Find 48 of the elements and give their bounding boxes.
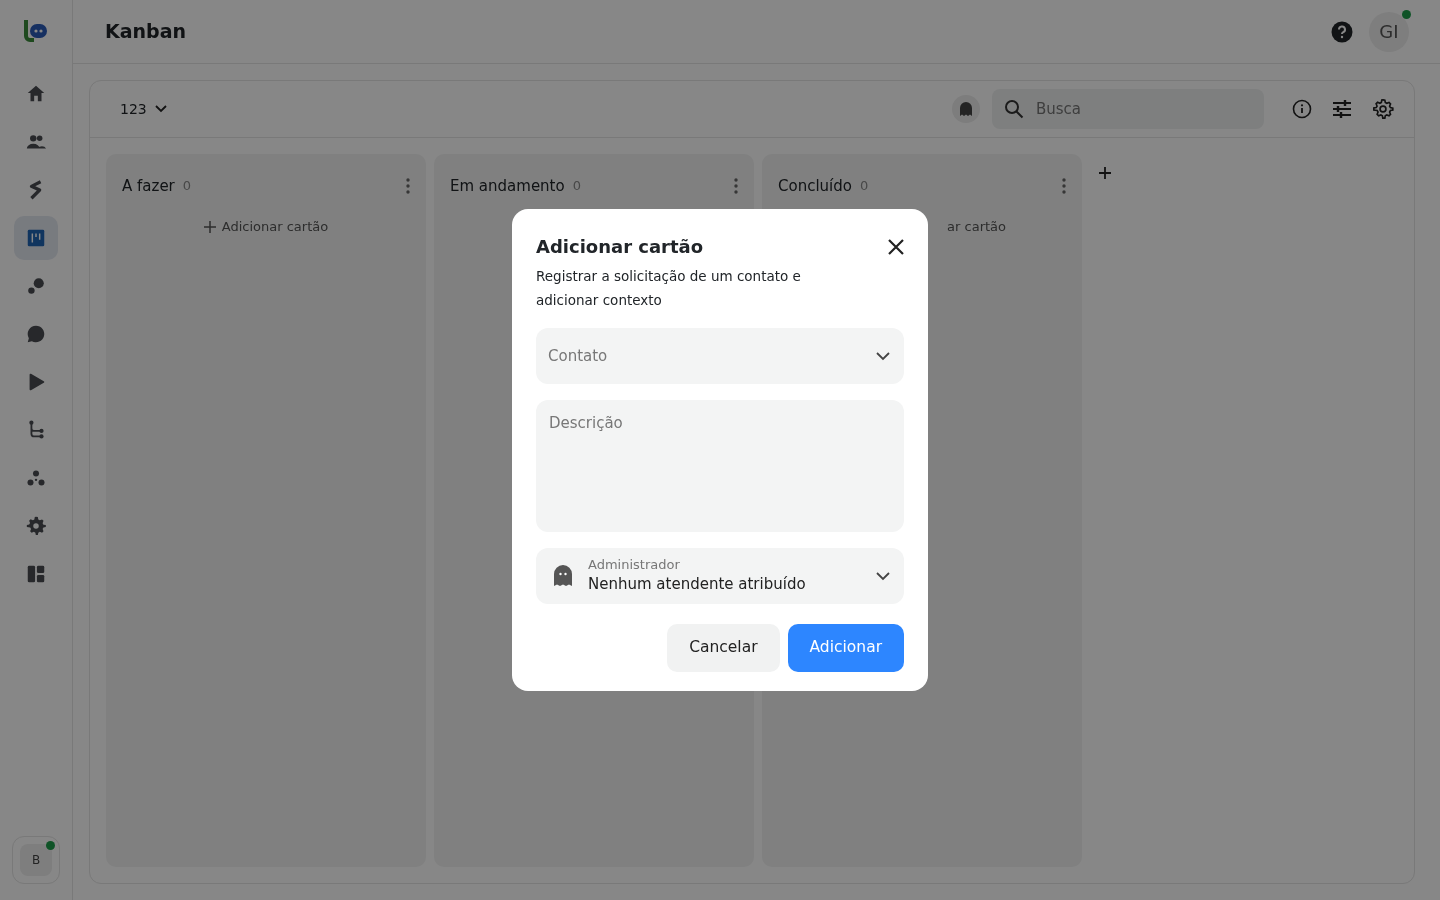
online-status-dot: [46, 841, 55, 850]
contact-select[interactable]: Contato: [536, 328, 904, 384]
dialog-subtitle: Registrar a solicitação de um contato e adicionar contexto: [536, 267, 802, 310]
cancel-button[interactable]: Cancelar: [667, 624, 780, 672]
chat-icon: [25, 323, 47, 345]
add-column-icon[interactable]: [1098, 166, 1112, 180]
plus-icon: [203, 220, 216, 233]
chevron-down-icon: [154, 105, 167, 113]
cluster-icon: [25, 467, 47, 489]
online-status-dot: [1402, 9, 1411, 19]
column-title: Concluído: [778, 175, 852, 197]
sliders-icon[interactable]: [1332, 99, 1352, 119]
more-icon[interactable]: [406, 178, 410, 194]
search-icon: [1004, 99, 1024, 119]
close-icon[interactable]: [888, 238, 904, 255]
sidebar-item[interactable]: [14, 216, 58, 260]
settings-icon: [25, 515, 47, 537]
info-icon[interactable]: [1292, 99, 1312, 119]
column-title: Em andamento: [450, 175, 565, 197]
help-icon[interactable]: [1331, 20, 1353, 43]
workspace-switcher[interactable]: B: [12, 836, 60, 884]
card-count: 0: [859, 177, 869, 196]
dots-icon: [25, 275, 47, 297]
more-icon[interactable]: [1062, 178, 1066, 194]
board-dropdown[interactable]: 123: [120, 98, 167, 120]
more-icon[interactable]: [734, 178, 738, 194]
ghost-icon: [554, 565, 572, 587]
ghost-icon[interactable]: [952, 95, 980, 123]
dialog-title: Adicionar cartão: [536, 235, 704, 259]
logo-icon: [24, 18, 48, 42]
workspace-initial: B: [20, 844, 52, 876]
page-title: Kanban: [105, 19, 187, 45]
card-count: 0: [572, 177, 581, 196]
description-field[interactable]: Descrição: [536, 400, 904, 532]
add-card-button[interactable]: ar cartão: [941, 216, 1012, 238]
user-avatar[interactable]: GI: [1369, 11, 1409, 52]
dashboard-icon: [25, 563, 47, 585]
kanban-icon: [25, 227, 47, 249]
search-input[interactable]: Busca: [1034, 96, 1234, 122]
settings-icon[interactable]: [1372, 98, 1394, 120]
chevron-down-icon: [876, 571, 890, 581]
card-count: 0: [182, 177, 192, 196]
column-title: A fazer: [122, 175, 175, 197]
add-button[interactable]: Adicionar: [787, 624, 904, 672]
add-card-button[interactable]: Adicionar cartão: [197, 216, 335, 238]
chevron-down-icon: [876, 351, 890, 361]
assignee-select[interactable]: Administrador Nenhum atendente atribuído: [536, 548, 904, 604]
search-field[interactable]: Busca: [992, 89, 1264, 129]
